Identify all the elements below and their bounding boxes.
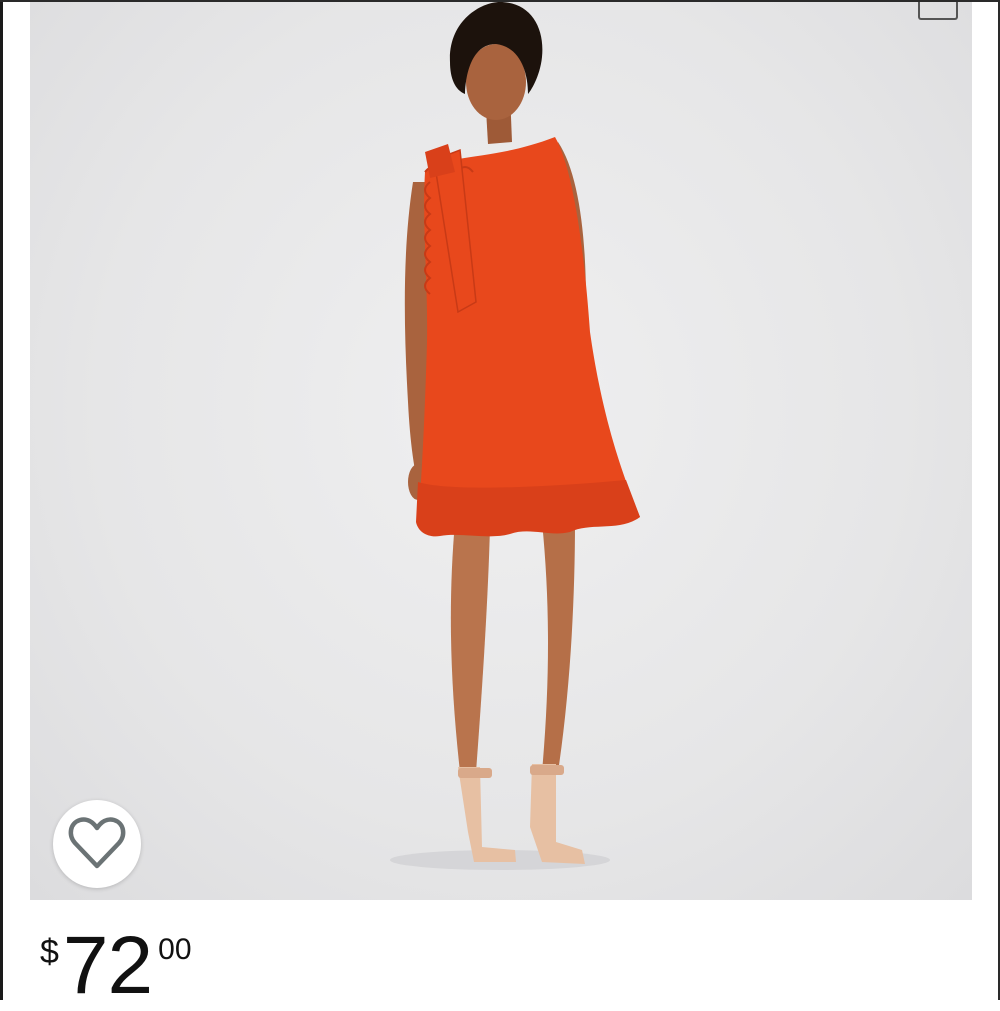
checkbox-icon[interactable] [918,0,958,20]
price-currency: $ [40,933,59,971]
price-dollars: 72 [62,920,153,1011]
price-tag: $ 72 00 [40,925,192,1007]
listing-card: $ 72 00 [0,0,1000,1007]
like-button[interactable] [53,800,141,888]
frame-border-top [0,0,1000,2]
product-photo [390,2,640,870]
heart-outline-icon [68,817,126,869]
frame-border-left [0,0,3,1000]
product-image[interactable] [30,2,972,900]
price-cents: 00 [158,933,192,966]
